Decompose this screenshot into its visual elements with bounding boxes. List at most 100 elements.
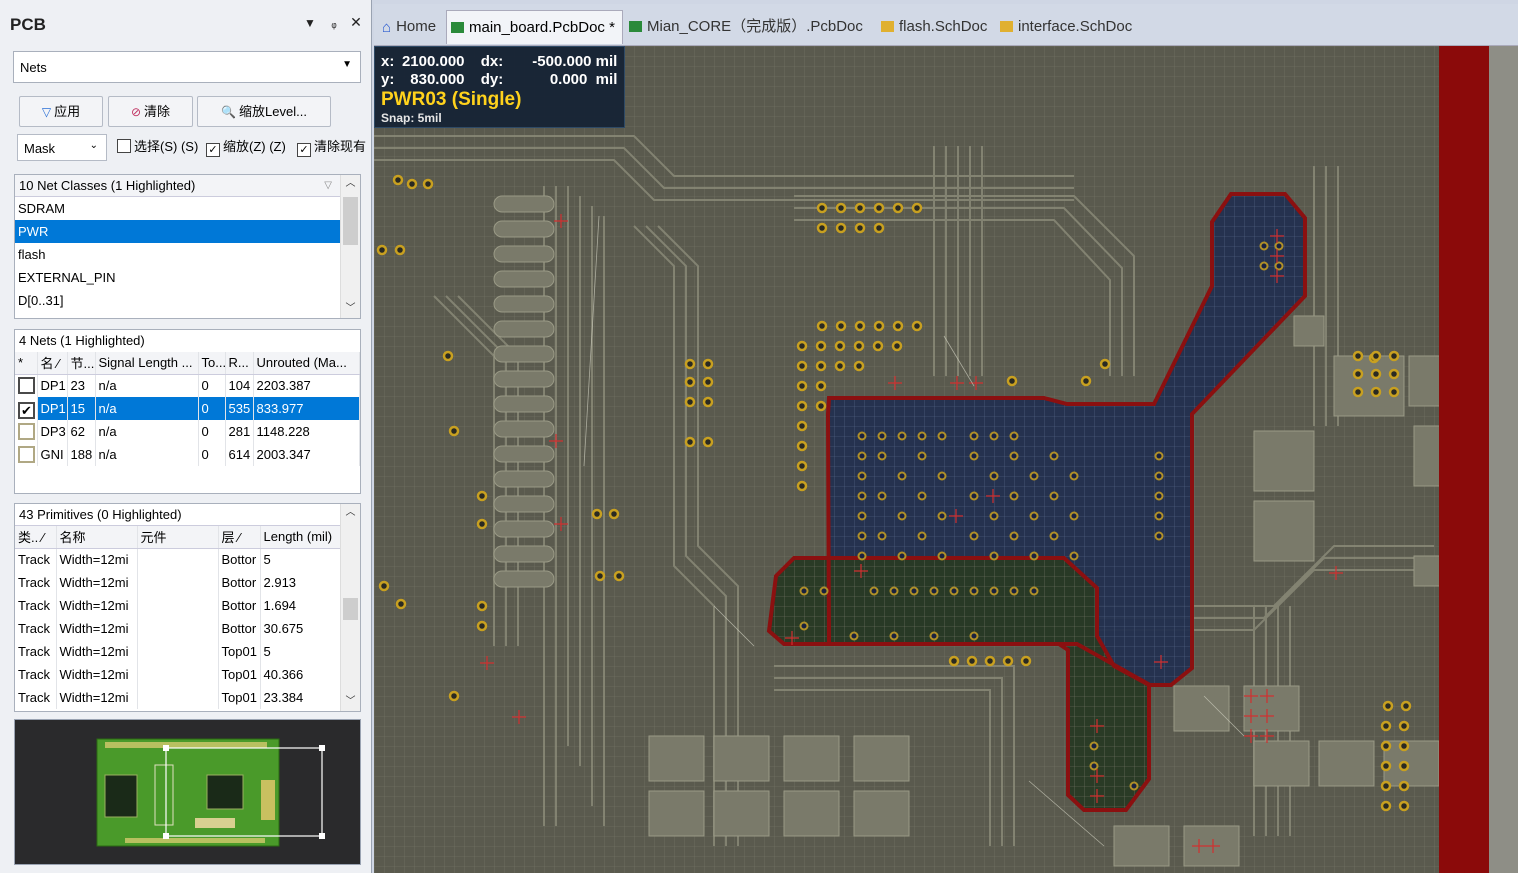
primitive-length: 30.675 [260, 617, 341, 640]
net-row-selected[interactable]: ✔ DP1 15 n/a 0 535 833.977 [15, 397, 360, 420]
zoom-level-button[interactable]: 🔍 缩放Level... [197, 96, 331, 127]
col-header[interactable]: 层 ⁄ [218, 526, 261, 549]
primitive-row[interactable]: Track Width=12mi Top01 5 [15, 640, 341, 663]
net-class-item[interactable]: EXTERNAL_PIN [15, 266, 360, 289]
net-class-item-selected[interactable]: PWR [15, 220, 340, 243]
net-visible-checkbox[interactable] [15, 420, 38, 443]
net-r: 535 [225, 397, 254, 420]
x-label: x: [381, 53, 395, 70]
tab-mian-core[interactable]: Mian_CORE（完成版）.PcbDoc [629, 10, 863, 44]
checkbox-box: ✓ [297, 143, 311, 157]
col-header[interactable]: 名称 [56, 526, 138, 549]
checkbox-box [18, 446, 35, 463]
net-classes-scrollbar[interactable]: ︿ ﹀ [340, 175, 360, 318]
net-to: 0 [198, 374, 226, 397]
primitive-comp [137, 640, 219, 663]
home-icon: ⌂ [382, 19, 392, 36]
tab-interface[interactable]: interface.SchDoc [1000, 10, 1132, 44]
mask-select[interactable]: Mask ⌄ [17, 134, 107, 161]
primitive-type: Track [15, 594, 57, 617]
chevron-down-icon: ▼ [342, 59, 352, 70]
close-icon[interactable]: ✕ [348, 14, 364, 31]
dx-value: -500.000 mil [532, 53, 618, 70]
net-class-item[interactable]: SDRAM [15, 197, 360, 220]
pin-icon[interactable]: ᵩ [326, 16, 342, 30]
net-signal-length: n/a [95, 420, 199, 443]
col-header[interactable]: Length (mil) [260, 526, 341, 549]
pcb-canvas[interactable]: x: 2100.000 dx: -500.000 mil y: 830.000 … [374, 46, 1518, 873]
net-class-label: EXTERNAL_PIN [18, 270, 116, 285]
col-header[interactable]: Signal Length ... [95, 352, 199, 375]
scroll-up-icon[interactable]: ︿ [341, 175, 360, 193]
tab-home[interactable]: ⌂ Home [378, 10, 440, 44]
clear-existing-checkbox[interactable]: ✓ 清除现有 [297, 139, 372, 157]
primitive-layer: Bottor [218, 617, 261, 640]
net-class-label: SDRAM [18, 201, 65, 216]
primitive-row[interactable]: Track Width=12mi Bottor 30.675 [15, 617, 341, 640]
tab-flash[interactable]: flash.SchDoc [881, 10, 987, 44]
net-to: 0 [198, 443, 226, 466]
primitive-row[interactable]: Track Width=12mi Bottor 5 [15, 548, 341, 571]
zoom-checkbox[interactable]: ✓ 缩放(Z) (Z) [206, 139, 286, 157]
x-value: 2100.000 [401, 53, 465, 70]
scroll-down-icon[interactable]: ﹀ [341, 693, 360, 711]
primitive-row[interactable]: Track Width=12mi Top01 40.366 [15, 663, 341, 686]
tab-main-board[interactable]: main_board.PcbDoc * [446, 10, 623, 44]
select-checkbox[interactable]: 选择(S) (S) [117, 139, 198, 155]
net-name: DP1 [37, 397, 68, 420]
clear-existing-checkbox-label: 清除现有 [314, 139, 367, 154]
checkbox-box [117, 139, 131, 153]
nets-header-text: 4 Nets (1 Highlighted) [19, 333, 145, 348]
scroll-thumb[interactable] [343, 598, 358, 620]
col-header[interactable]: To... [198, 352, 226, 375]
primitive-length: 1.694 [260, 594, 341, 617]
scroll-down-icon[interactable]: ﹀ [341, 300, 360, 318]
net-class-item[interactable]: flash [15, 243, 360, 266]
primitive-comp [137, 594, 219, 617]
net-nodes: 23 [67, 374, 96, 397]
panel-title-bar: PCB ▼ ᵩ ✕ [0, 8, 372, 38]
filter-icon: ▽ [41, 105, 52, 119]
net-row[interactable]: GNI 188 n/a 0 614 2003.347 [15, 443, 360, 466]
chevron-down-icon[interactable]: ▼ [302, 16, 318, 30]
net-row[interactable]: DP3 62 n/a 0 281 1148.228 [15, 420, 360, 443]
net-visible-checkbox[interactable] [15, 374, 38, 397]
scroll-up-icon[interactable]: ︿ [341, 504, 360, 522]
col-header[interactable]: Unrouted (Ma... [253, 352, 360, 375]
primitive-row[interactable]: Track Width=12mi Bottor 2.913 [15, 571, 341, 594]
primitive-comp [137, 663, 219, 686]
col-header[interactable]: * [15, 352, 38, 375]
primitive-comp [137, 686, 219, 709]
apply-button[interactable]: ▽ 应用 [19, 96, 103, 127]
col-header[interactable]: R... [225, 352, 254, 375]
board-minimap[interactable] [14, 719, 361, 865]
col-header[interactable]: 名 ⁄ [37, 352, 68, 375]
tab-label: interface.SchDoc [1018, 18, 1133, 35]
dy-value: 0.000 mil [549, 71, 618, 88]
col-header[interactable]: 元件 [137, 526, 219, 549]
net-visible-checkbox[interactable]: ✔ [15, 397, 38, 420]
magnifier-icon: 🔍 [221, 105, 237, 119]
col-header[interactable]: 类.. ⁄ [15, 526, 57, 549]
net-unrouted: 2003.347 [253, 443, 360, 466]
net-visible-checkbox[interactable] [15, 443, 38, 466]
primitive-type: Track [15, 686, 57, 709]
x-readout: x: 2100.000 dx: -500.000 mil [381, 53, 617, 70]
primitive-row[interactable]: Track Width=12mi Bottor 1.694 [15, 594, 341, 617]
primitive-type: Track [15, 640, 57, 663]
primitive-length: 2.913 [260, 571, 341, 594]
clear-button[interactable]: ⊘ 清除 [108, 96, 193, 127]
col-header[interactable]: 节... [67, 352, 96, 375]
primitive-name: Width=12mi [56, 571, 138, 594]
primitive-row[interactable]: Track Width=12mi Top01 23.384 [15, 686, 341, 709]
checkbox-box: ✓ [206, 143, 220, 157]
net-row[interactable]: DP1 23 n/a 0 104 2203.387 [15, 374, 360, 397]
scroll-thumb[interactable] [343, 197, 358, 245]
primitives-scrollbar[interactable]: ︿ ﹀ [340, 504, 360, 711]
apply-label: 应用 [54, 104, 81, 119]
net-class-item[interactable]: D[0..31] [15, 289, 360, 312]
pcb-layout-svg [374, 46, 1518, 873]
net-nodes: 62 [67, 420, 96, 443]
mode-select[interactable]: Nets ▼ [13, 51, 361, 83]
net-name: DP1 [37, 374, 68, 397]
